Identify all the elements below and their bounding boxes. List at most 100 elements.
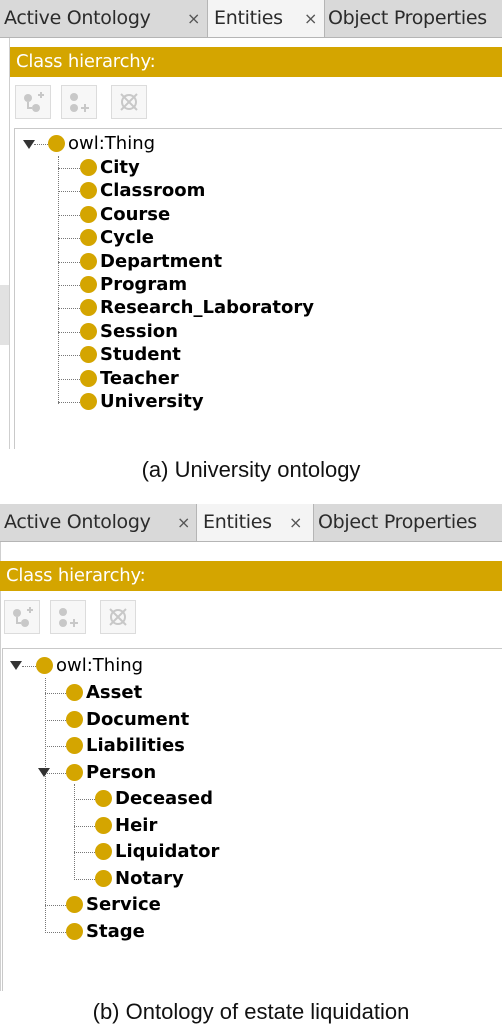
class-icon <box>66 896 83 913</box>
tab-active-ontology[interactable]: Active Ontology × <box>4 0 204 37</box>
class-icon <box>48 135 65 152</box>
tree-connector <box>74 852 95 853</box>
close-tab-icon[interactable]: × <box>289 504 302 541</box>
tab-label: Object Properties <box>328 7 487 29</box>
class-icon <box>80 322 97 340</box>
class-label: Stage <box>86 920 145 942</box>
tree-connector <box>22 666 36 667</box>
add-sibling-button[interactable] <box>61 85 97 119</box>
tab-object-properties[interactable]: Object Properties <box>318 504 502 541</box>
class-label: Document <box>86 708 190 730</box>
class-hierarchy-header: Class hierarchy: <box>0 561 502 591</box>
class-icon <box>66 684 83 701</box>
tab-entities[interactable]: Entities × <box>196 504 314 541</box>
class-icon <box>80 369 97 387</box>
add-sibling-button[interactable] <box>50 600 86 634</box>
tab-label: Entities <box>203 511 272 533</box>
tab-bar: Active Ontology × Entities × Object Prop… <box>0 504 502 542</box>
class-label: Session <box>100 320 178 342</box>
class-icon <box>66 922 83 940</box>
caption-b: (b) Ontology of estate liquidation <box>92 999 410 1024</box>
tab-label: Object Properties <box>318 511 477 533</box>
close-tab-icon[interactable]: × <box>177 504 190 541</box>
delete-class-button[interactable] <box>111 85 147 119</box>
tab-label: Active Ontology <box>4 511 151 533</box>
class-icon <box>95 790 112 807</box>
class-label: Teacher <box>100 367 179 389</box>
class-label: Research_Laboratory <box>100 297 314 319</box>
tree-connector <box>58 378 80 380</box>
class-label: Deceased <box>115 788 213 809</box>
tree-connector <box>58 261 80 263</box>
tree-connector <box>45 746 66 747</box>
scrollbar-thumb[interactable] <box>0 285 9 345</box>
add-subclass-button[interactable] <box>15 85 51 119</box>
class-icon <box>80 252 97 270</box>
class-label: Liabilities <box>86 735 185 756</box>
class-icon <box>66 737 83 754</box>
class-label: Program <box>100 274 188 295</box>
delete-class-icon <box>120 93 138 111</box>
caption-a: (a) University ontology <box>141 457 361 482</box>
class-label: owl:Thing <box>68 133 156 154</box>
class-label: University <box>100 391 204 412</box>
class-label: Classroom <box>100 180 206 202</box>
add-subclass-icon <box>24 92 44 112</box>
close-tab-icon[interactable]: × <box>187 0 200 37</box>
class-label: Asset <box>86 682 143 703</box>
class-icon <box>95 816 112 834</box>
expand-triangle-icon[interactable] <box>38 767 50 777</box>
class-icon <box>66 763 83 781</box>
class-icon <box>80 393 97 410</box>
tree-connector <box>58 285 80 286</box>
class-hierarchy-header: Class hierarchy: <box>10 47 502 77</box>
tree-connector <box>34 144 48 145</box>
class-label: Department <box>100 250 223 272</box>
protege-panel-university: Active Ontology × Entities × Object Prop… <box>0 0 502 482</box>
class-label: owl:Thing <box>56 655 144 676</box>
tree-connector <box>58 156 59 404</box>
class-label: Course <box>100 203 171 225</box>
tree-connector <box>74 799 95 800</box>
expand-triangle-icon[interactable] <box>10 661 22 670</box>
tab-label: Entities <box>214 7 283 29</box>
tab-bar: Active Ontology × Entities × Object Prop… <box>0 0 502 38</box>
class-icon <box>36 657 53 674</box>
class-icon <box>80 205 97 223</box>
add-subclass-button[interactable] <box>4 600 40 634</box>
class-label: Heir <box>115 814 158 836</box>
tree-connector <box>58 238 80 240</box>
class-icon <box>80 159 97 176</box>
tree-connector <box>58 355 80 357</box>
tree-connector <box>58 402 80 403</box>
class-icon <box>95 869 112 887</box>
tree-connector <box>58 214 80 216</box>
class-label: Service <box>86 894 161 915</box>
tree-connector <box>45 693 66 694</box>
class-label: City <box>100 157 140 178</box>
add-sibling-class-icon <box>59 608 78 627</box>
class-label: Notary <box>115 867 184 889</box>
delete-class-icon <box>109 608 127 626</box>
tree-connector <box>45 719 66 721</box>
tree-connector <box>74 878 95 880</box>
tab-active-ontology[interactable]: Active Ontology × <box>4 504 194 541</box>
tab-object-properties[interactable]: Object Properties <box>328 0 502 37</box>
class-label: Liquidator <box>115 841 220 862</box>
class-icon <box>80 276 97 293</box>
add-sibling-class-icon <box>70 93 89 112</box>
tree-connector <box>45 905 66 906</box>
class-label: Person <box>86 761 157 783</box>
close-tab-icon[interactable]: × <box>304 0 317 37</box>
tree-connector <box>58 191 80 193</box>
tree-connector <box>45 678 46 931</box>
class-icon <box>66 710 83 728</box>
delete-class-button[interactable] <box>100 600 136 634</box>
class-icon <box>95 843 112 860</box>
tab-entities[interactable]: Entities × <box>207 0 325 37</box>
tree-connector <box>58 308 80 310</box>
class-label: Student <box>100 344 181 366</box>
tree-connector <box>58 331 80 333</box>
protege-panel-estate: Active Ontology × Entities × Object Prop… <box>0 504 502 1024</box>
class-label: Cycle <box>100 227 154 249</box>
